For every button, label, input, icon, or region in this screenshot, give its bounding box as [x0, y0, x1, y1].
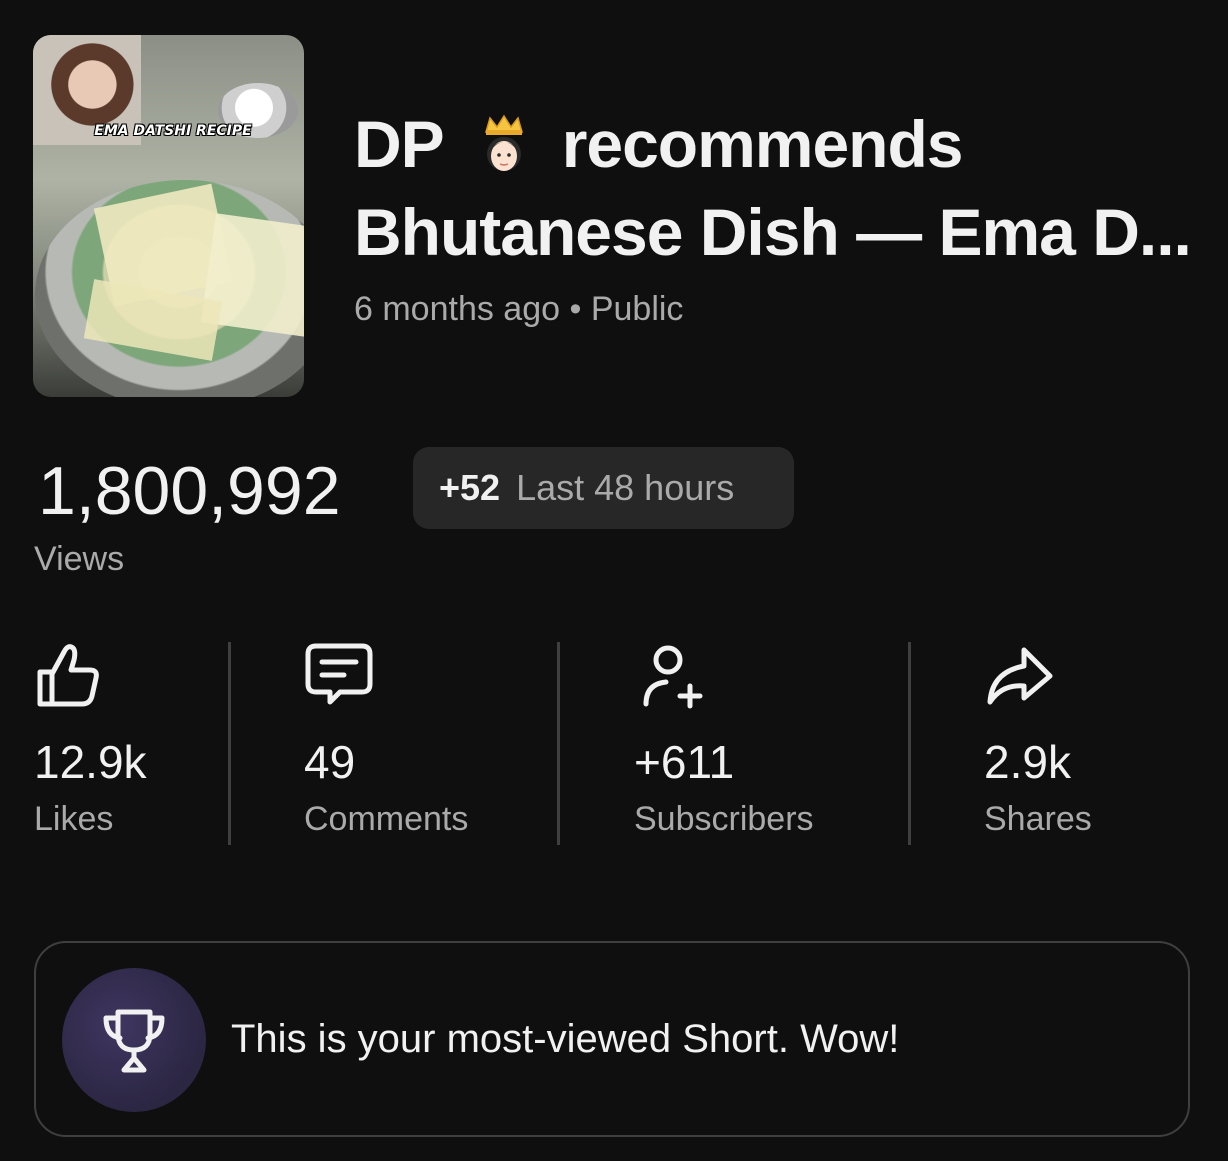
- video-title: DP recommends Bhutanese Dish — Ema D...: [354, 100, 1228, 276]
- stat-subscribers: +611 Subscribers: [634, 640, 814, 838]
- stat-divider: [228, 642, 231, 845]
- stat-likes: 12.9k Likes: [34, 640, 147, 838]
- views-delta-chip: +52 Last 48 hours: [413, 447, 794, 529]
- comments-value: 49: [304, 736, 356, 788]
- stat-comments: 49 Comments: [304, 640, 468, 838]
- video-thumbnail[interactable]: EMA DATSHI RECIPE: [33, 35, 304, 397]
- banner-text: This is your most-viewed Short. Wow!: [231, 1017, 900, 1061]
- video-meta: 6 months ago • Public: [354, 290, 684, 328]
- achievement-banner: This is your most-viewed Short. Wow!: [34, 941, 1190, 1137]
- likes-value: 12.9k: [34, 736, 147, 788]
- stat-shares: 2.9k Shares: [984, 640, 1092, 838]
- shares-value: 2.9k: [984, 736, 1071, 788]
- share-icon: [987, 647, 1053, 705]
- views-label: Views: [34, 540, 125, 578]
- likes-label: Likes: [34, 800, 114, 838]
- stat-divider: [908, 642, 911, 845]
- views-delta-value: +52: [439, 467, 501, 508]
- trophy-badge: [62, 968, 206, 1112]
- trophy-icon: [103, 1009, 165, 1073]
- stat-divider: [557, 642, 560, 845]
- views-delta-label: Last 48 hours: [516, 467, 735, 508]
- thumbnail-caption: EMA DATSHI RECIPE: [94, 123, 252, 139]
- shares-label: Shares: [984, 800, 1092, 838]
- views-count: 1,800,992: [38, 453, 341, 529]
- comment-icon: [305, 643, 373, 705]
- subscribers-value: +611: [634, 736, 735, 788]
- subscribers-label: Subscribers: [634, 800, 814, 838]
- title-part: Bhutanese Dish — Ema D...: [354, 195, 1192, 269]
- title-part: recommends: [561, 107, 964, 181]
- title-part: DP: [354, 107, 445, 181]
- add-person-icon: [643, 645, 703, 709]
- thumbs-up-icon: [37, 644, 99, 707]
- princess-emoji-icon: [484, 114, 523, 171]
- comments-label: Comments: [304, 800, 469, 838]
